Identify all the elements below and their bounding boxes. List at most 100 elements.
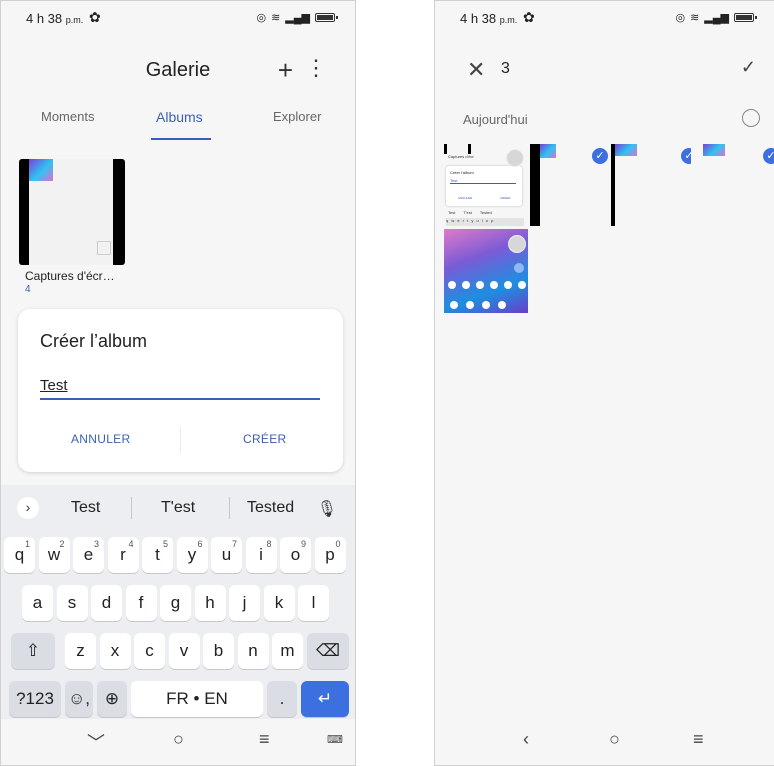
selected-check-icon[interactable]: ✓	[681, 148, 691, 164]
recents-icon[interactable]: ≡	[693, 729, 704, 750]
select-all-circle[interactable]	[742, 109, 760, 127]
key-number-hint: 0	[335, 539, 341, 549]
photo-thumbnail[interactable]: ✓	[528, 144, 608, 226]
thumbnail-image	[615, 144, 637, 156]
close-icon[interactable]: ✕	[467, 57, 485, 83]
key-label: o	[290, 545, 301, 564]
key-label: p	[325, 545, 335, 564]
phone-screen-photo-selection: 4 h 38 p.m. ✿ ◎ ≋ ▂▄▆ ✕ 3 ✓ Aujourd'hui …	[434, 0, 774, 766]
key-u[interactable]: u7	[211, 537, 242, 573]
key-t[interactable]: t5	[142, 537, 173, 573]
suggestion-divider	[131, 497, 132, 519]
photo-thumbnail[interactable]: Captures d'écr Créer l'album Test ANNULE…	[444, 144, 524, 226]
chevron-right-icon[interactable]: ›	[17, 497, 39, 519]
confirm-check-icon[interactable]: ✓	[741, 57, 756, 78]
key-label: n	[248, 641, 258, 660]
navigation-bar: ‹ ○ ≡	[435, 719, 774, 765]
unselected-circle[interactable]: ✓	[508, 235, 526, 253]
key-label: b	[213, 641, 224, 660]
key-o[interactable]: o9	[280, 537, 311, 573]
home-icon[interactable]: ○	[609, 729, 620, 750]
key-number-hint: 6	[197, 539, 203, 549]
key-label: i	[259, 545, 263, 564]
selected-check-icon[interactable]: ✓	[592, 148, 608, 164]
hide-keyboard-icon[interactable]: ﹀	[87, 729, 105, 755]
key-y[interactable]: y6	[176, 537, 208, 573]
key-w[interactable]: w2	[38, 537, 70, 573]
photo-thumbnail[interactable]: ✓	[695, 144, 774, 226]
mini-cancel: ANNULER	[458, 196, 473, 200]
key-label: w	[47, 545, 61, 564]
key-z[interactable]: z	[65, 633, 96, 669]
key-p[interactable]: p0	[314, 537, 346, 573]
create-album-dialog: Créer l’album ANNULER CRÉER	[18, 309, 343, 472]
key-x[interactable]: x	[99, 633, 131, 669]
key-d[interactable]: d	[91, 585, 122, 621]
album-name[interactable]: Captures d'écr…	[25, 269, 115, 283]
app-icon	[448, 281, 456, 289]
shift-key[interactable]: ⇧	[11, 633, 55, 669]
key-n[interactable]: n	[237, 633, 269, 669]
key-m[interactable]: m	[272, 633, 303, 669]
app-icon	[514, 263, 524, 273]
page-title: Galerie	[145, 59, 211, 81]
mini-keyrow: q w e r t y u i o p	[446, 218, 524, 226]
key-l[interactable]: l	[298, 585, 329, 621]
suggestion-2[interactable]: T'est	[161, 499, 195, 517]
home-icon[interactable]: ○	[173, 729, 184, 750]
key-label: .	[279, 689, 285, 708]
key-s[interactable]: s	[56, 585, 88, 621]
date-group-label: Aujourd'hui	[463, 112, 528, 127]
tab-moments[interactable]: Moments	[41, 109, 94, 124]
album-name-input[interactable]	[40, 372, 320, 400]
selected-check-icon[interactable]: ✓	[763, 148, 774, 164]
key-h[interactable]: h	[194, 585, 226, 621]
suggestion-1[interactable]: Test	[71, 499, 100, 517]
gear-icon: ✿	[523, 9, 535, 25]
photo-thumbnail[interactable]: ✓	[444, 229, 528, 313]
key-g[interactable]: g	[160, 585, 191, 621]
globe-icon[interactable]: ⊕	[97, 681, 127, 717]
key-label: v	[179, 641, 189, 660]
microphone-icon[interactable]: 🎙	[317, 499, 337, 519]
emoji-comma-key[interactable]: ☺,	[65, 681, 93, 717]
suggestion-3[interactable]: Tested	[247, 499, 294, 517]
key-f[interactable]: f	[125, 585, 157, 621]
key-number-hint: 4	[128, 539, 134, 549]
album-thumbnail-corner	[97, 241, 111, 255]
more-vertical-icon[interactable]: ⋮	[305, 55, 327, 81]
photo-thumbnail[interactable]: ✓	[611, 144, 691, 226]
key-q[interactable]: q1	[4, 537, 35, 573]
plus-icon[interactable]: +	[278, 55, 293, 86]
key-number-hint: 3	[93, 539, 99, 549]
app-icon	[462, 281, 470, 289]
suggestion-bar: › Test T'est Tested 🎙	[1, 485, 355, 529]
app-icon	[476, 281, 484, 289]
tab-albums[interactable]: Albums	[156, 109, 203, 125]
symbols-key[interactable]: ?123	[9, 681, 61, 717]
key-r[interactable]: r4	[107, 537, 139, 573]
enter-key[interactable]: ↵	[301, 681, 349, 717]
key-c[interactable]: c	[134, 633, 165, 669]
album-thumbnail[interactable]	[19, 159, 125, 265]
key-i[interactable]: i8	[245, 537, 277, 573]
key-j[interactable]: j	[229, 585, 260, 621]
space-key[interactable]: FR • EN	[131, 681, 263, 717]
mini-suggestions: Test T'est Tested	[448, 210, 492, 215]
key-v[interactable]: v	[168, 633, 200, 669]
key-k[interactable]: k	[263, 585, 295, 621]
recents-icon[interactable]: ≡	[259, 729, 270, 750]
key-e[interactable]: e3	[73, 537, 104, 573]
key-b[interactable]: b	[203, 633, 234, 669]
back-icon[interactable]: ‹	[523, 729, 529, 750]
backspace-key[interactable]: ⌫	[307, 633, 349, 669]
dialog-button-divider	[180, 427, 181, 453]
tab-explorer[interactable]: Explorer	[273, 109, 321, 124]
create-button[interactable]: CRÉER	[243, 432, 287, 446]
key-number-hint: 2	[59, 539, 65, 549]
key-a[interactable]: a	[22, 585, 53, 621]
unselected-circle[interactable]: ✓	[506, 149, 524, 167]
period-key[interactable]: .	[267, 681, 297, 717]
cancel-button[interactable]: ANNULER	[71, 432, 130, 446]
keyboard-switch-icon[interactable]: ⌨	[327, 733, 343, 746]
